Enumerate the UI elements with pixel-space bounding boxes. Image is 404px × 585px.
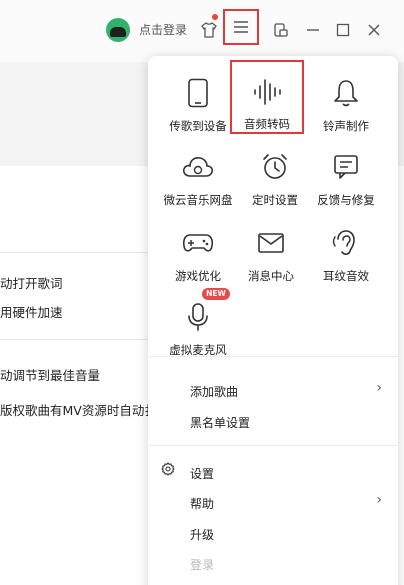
tile-timer[interactable]: 定时设置 [238,136,312,210]
chevron-right-icon: › [376,380,382,396]
minimize-button[interactable] [300,16,326,44]
new-badge: NEW [202,288,230,300]
mini-mode-icon [274,23,288,37]
tile-label: 微云音乐网盘 [163,193,233,207]
tile-label: 铃声制作 [323,119,369,133]
bell-icon [329,76,363,110]
tile-label: 消息中心 [248,269,294,283]
tile-game-optimization[interactable]: 游戏优化 [161,212,235,286]
tile-label: 定时设置 [252,193,298,207]
mini-mode-button[interactable] [268,16,294,44]
phone-icon [181,76,215,110]
login-link[interactable]: 点击登录 [139,21,187,38]
close-button[interactable] [361,16,387,44]
gamepad-icon [181,226,215,260]
main-menu-dropdown: 传歌到设备 音频转码 铃声制作 微云音乐网盘 定时设置 反馈与修复 游戏优化 消… [148,56,398,585]
avatar[interactable] [106,18,130,42]
tile-weiyun-cloud[interactable]: 微云音乐网盘 [161,136,235,210]
menu-separator [148,445,398,446]
tile-transfer-to-device[interactable]: 传歌到设备 [161,62,235,136]
tile-label: 反馈与修复 [317,193,375,207]
title-bar: 点击登录 [0,0,404,62]
audio-waveform-icon [250,76,284,108]
tile-label: 耳纹音效 [323,269,369,283]
close-icon [368,24,380,36]
setting-option[interactable]: 用硬件加速 [0,302,63,321]
tile-label: 游戏优化 [175,269,221,283]
menu-item-help[interactable]: 帮助 [190,495,214,512]
hamburger-icon [234,21,248,33]
gear-icon [161,462,175,476]
tile-feedback-repair[interactable]: 反馈与修复 [309,136,383,210]
cloud-icon [181,150,215,184]
chevron-right-icon: › [376,492,382,508]
menu-separator [148,356,398,357]
tile-label: 传歌到设备 [169,119,227,133]
setting-option[interactable]: 动打开歌词 [0,273,63,292]
menu-item-login: 登录 [190,558,215,572]
tile-message-center[interactable]: 消息中心 [234,212,308,286]
main-menu-button[interactable] [223,9,259,45]
tile-label: 音频转码 [244,117,290,131]
feedback-icon [329,150,363,184]
maximize-button[interactable] [330,16,356,44]
setting-option[interactable]: 动调节到最佳音量 [0,365,100,384]
tile-ringtone-maker[interactable]: 铃声制作 [309,62,383,136]
setting-option[interactable]: 版权歌曲有MV资源时自动扌 [0,400,157,419]
menu-item-settings[interactable]: 设置 [190,465,214,482]
tile-audio-transcode[interactable]: 音频转码 [230,60,304,134]
notification-dot [212,14,218,20]
alarm-clock-icon [258,150,292,184]
section-divider [0,252,150,253]
menu-item-blacklist-settings[interactable]: 黑名单设置 [190,414,250,431]
mail-icon [254,226,288,260]
section-divider [0,339,150,340]
maximize-icon [336,23,350,37]
menu-item-upgrade[interactable]: 升级 [190,526,214,543]
microphone-icon [181,300,215,334]
skin-icon[interactable] [196,16,222,44]
tile-earprint-sound[interactable]: 耳纹音效 [309,212,383,286]
ear-icon [329,226,363,260]
minimize-icon [307,29,319,31]
menu-item-add-songs[interactable]: 添加歌曲 [190,383,238,400]
